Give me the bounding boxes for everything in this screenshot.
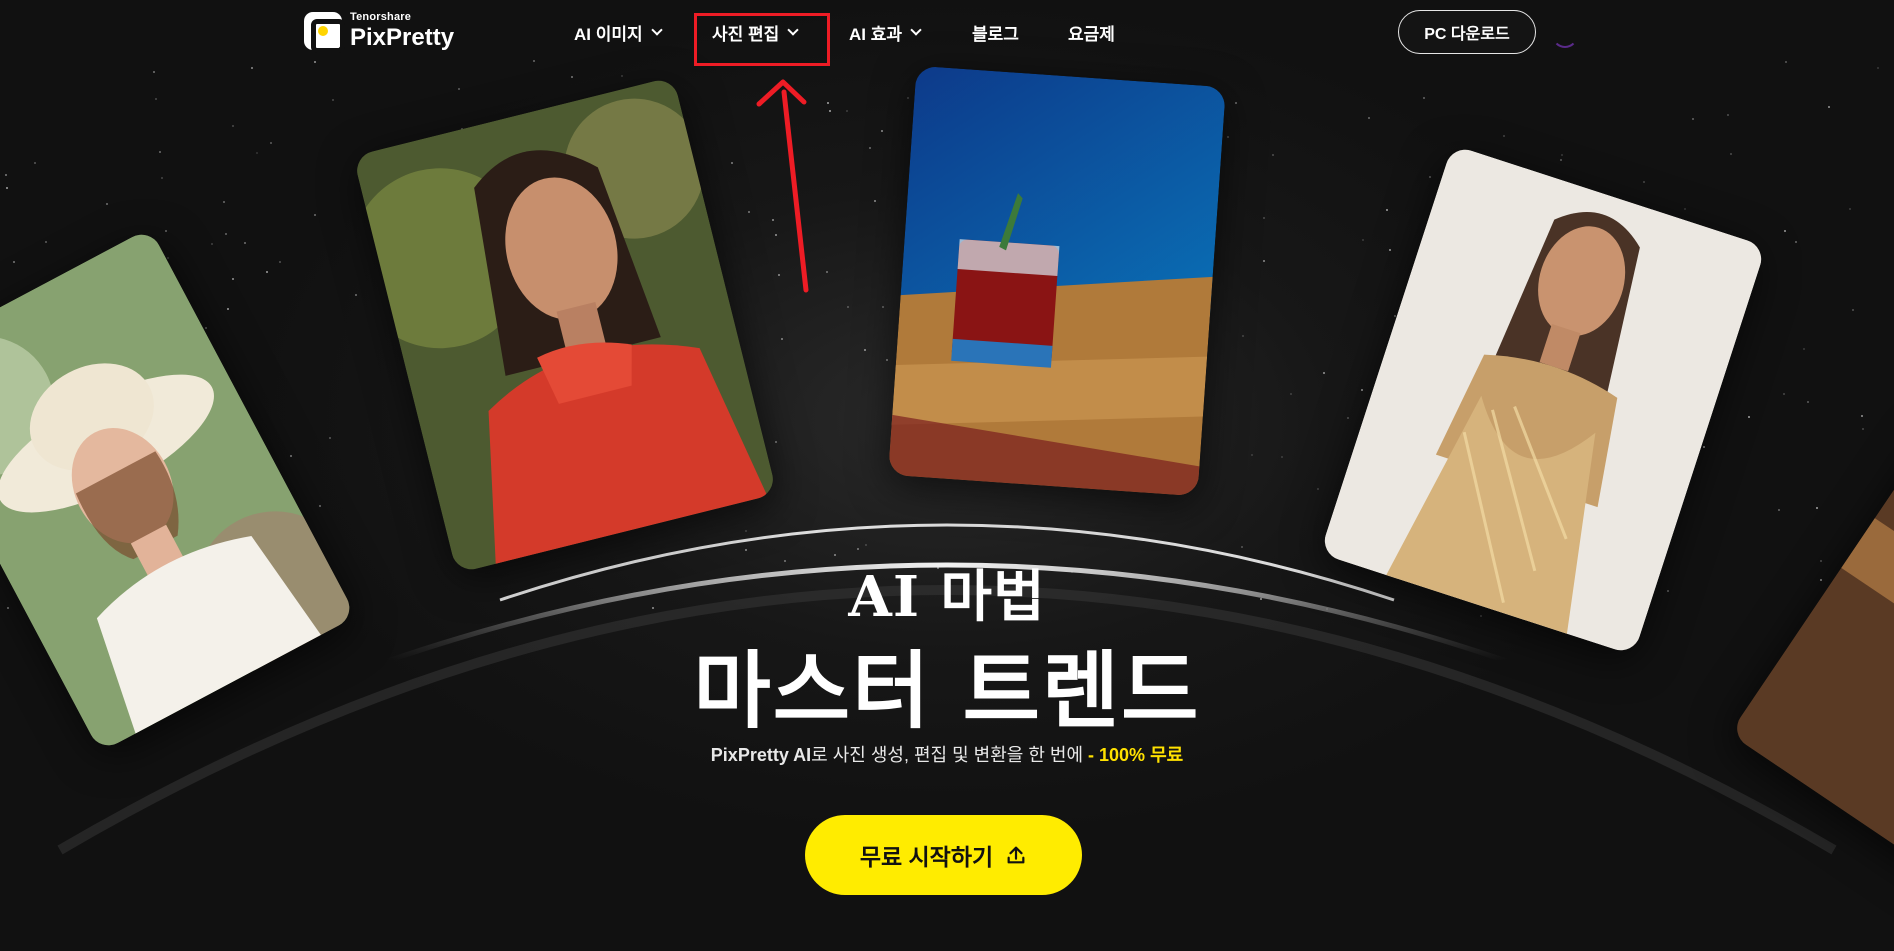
- page-background: Tenorshare PixPretty AI 이미지 사진 편집 AI 효과 …: [0, 0, 1894, 951]
- hero-desc-brand: PixPretty AI: [710, 745, 812, 765]
- annotation-arrow: [756, 79, 809, 293]
- hero-desc-highlight: - 100% 무료: [1083, 745, 1184, 765]
- upload-icon: [1007, 846, 1025, 864]
- start-free-button[interactable]: 무료 시작하기: [805, 815, 1082, 895]
- hero-subtitle: AI 마법: [848, 564, 1046, 630]
- start-free-button-label: 무료 시작하기: [859, 844, 994, 870]
- hero-description: PixPretty AI로 사진 생성, 편집 및 변환을 한 번에 - 100…: [0, 741, 1894, 767]
- hero-title: 마스터 트렌드: [693, 642, 1201, 740]
- hero-desc-main: 로 사진 생성, 편집 및 변환을 한 번에: [811, 745, 1084, 765]
